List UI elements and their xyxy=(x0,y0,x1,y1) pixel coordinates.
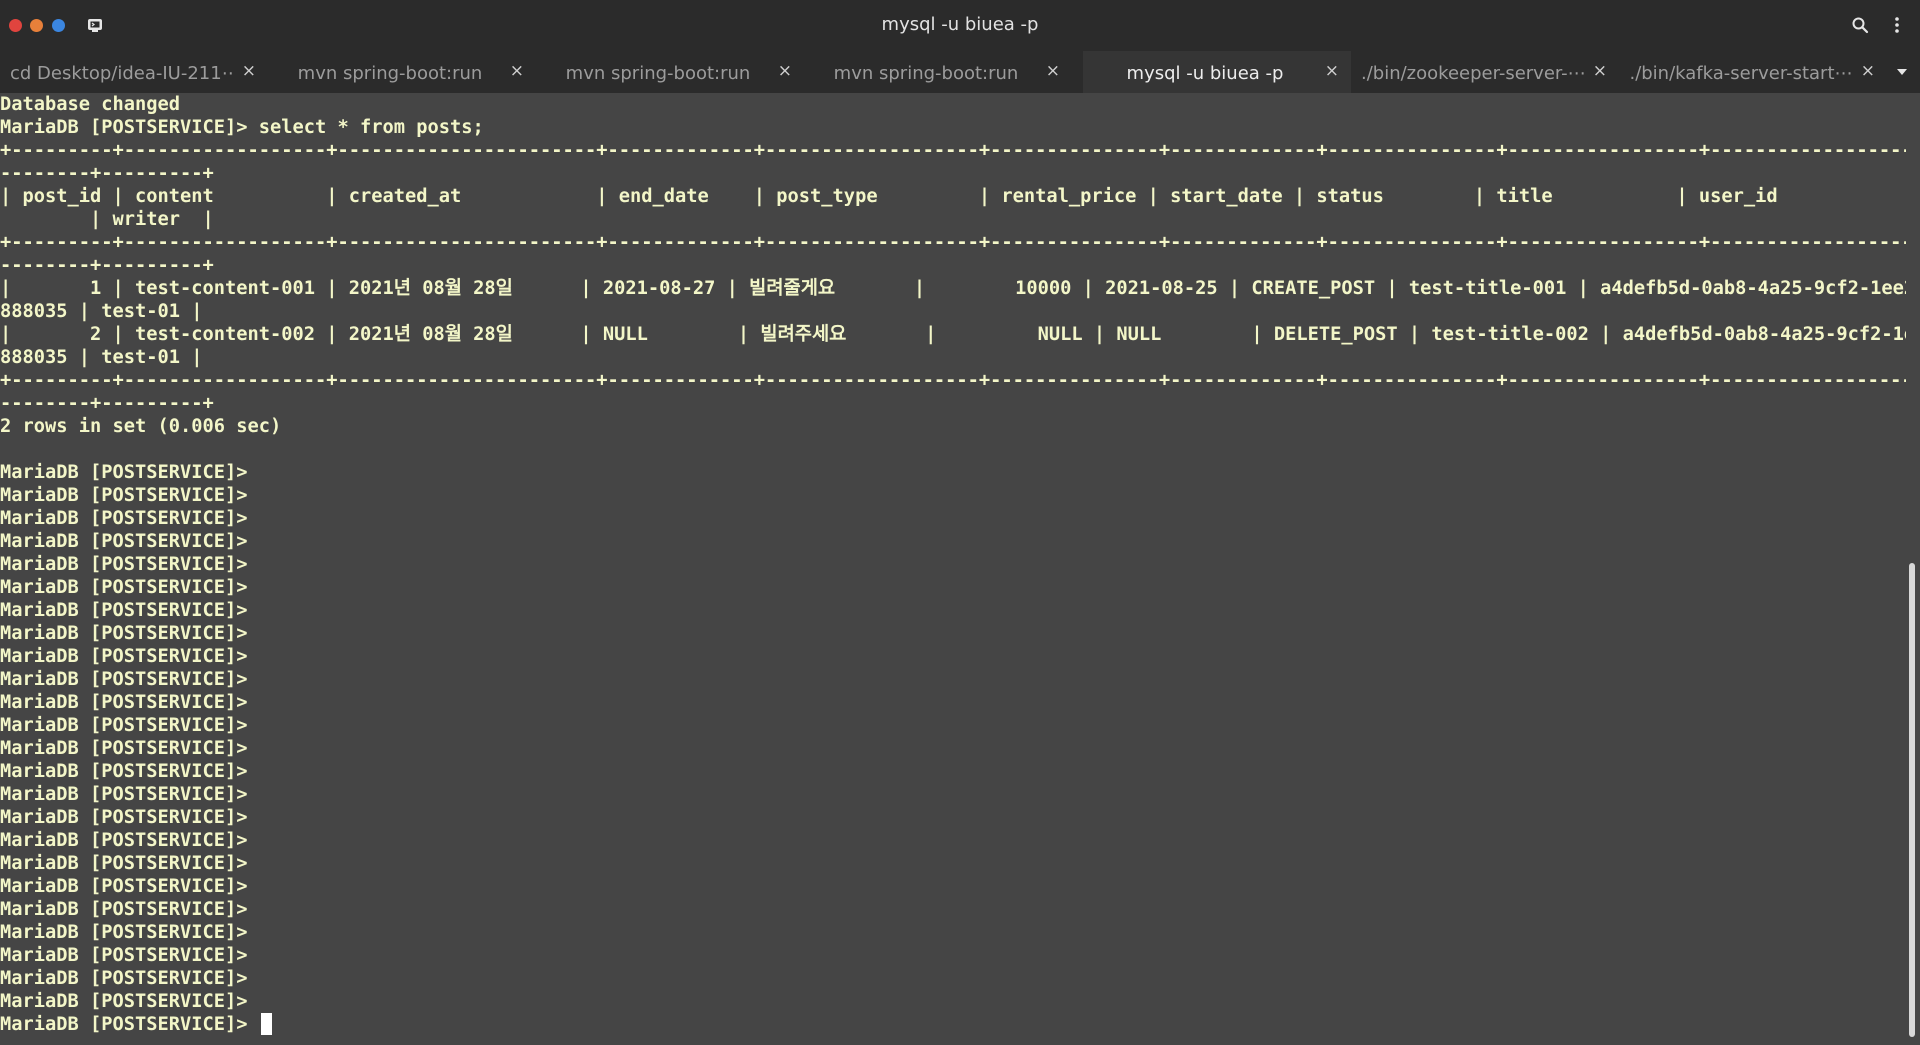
terminal-line: --------+---------+ xyxy=(0,255,214,276)
terminal-lines: Database changed MariaDB [POSTSERVICE]> s… xyxy=(0,93,1906,1036)
close-tab-button[interactable]: × xyxy=(1046,61,1060,81)
terminal-line: MariaDB [POSTSERVICE]> xyxy=(0,853,248,874)
tab-label: ./bin/kafka-server-start⋯ xyxy=(1629,63,1853,84)
terminal-prompt-line: MariaDB [POSTSERVICE]> xyxy=(0,1013,1906,1036)
terminal-line: MariaDB [POSTSERVICE]> xyxy=(0,462,248,483)
tab-label: mysql -u biuea -p xyxy=(1126,63,1284,84)
scrollbar[interactable] xyxy=(1906,93,1920,1045)
terminal-line: MariaDB [POSTSERVICE]> xyxy=(0,738,248,759)
terminal-line: | writer | xyxy=(0,209,214,230)
terminal-line: +---------+------------------+----------… xyxy=(0,370,1906,391)
terminal-line: MariaDB [POSTSERVICE]> xyxy=(0,600,248,621)
terminal-line: MariaDB [POSTSERVICE]> xyxy=(0,968,248,989)
window-title: mysql -u biuea -p xyxy=(881,14,1039,35)
terminal-line: MariaDB [POSTSERVICE]> xyxy=(0,784,248,805)
terminal-line: MariaDB [POSTSERVICE]> xyxy=(0,623,248,644)
close-tab-button[interactable]: × xyxy=(510,61,524,81)
terminal-output[interactable]: Database changed MariaDB [POSTSERVICE]> s… xyxy=(0,93,1906,1045)
title-bar: mysql -u biuea -p xyxy=(0,0,1920,51)
close-tab-button[interactable]: × xyxy=(1325,61,1339,81)
terminal-line: MariaDB [POSTSERVICE]> xyxy=(0,715,248,736)
terminal-line: MariaDB [POSTSERVICE]> select * from pos… xyxy=(0,117,484,138)
terminal-line: +---------+------------------+----------… xyxy=(0,140,1906,161)
scrollbar-thumb[interactable] xyxy=(1909,563,1915,1037)
terminal-line: MariaDB [POSTSERVICE]> xyxy=(0,669,248,690)
tab-bar: cd Desktop/idea-IU-211⋯ × mvn spring-boo… xyxy=(0,51,1920,93)
tab-label: mvn spring-boot:run xyxy=(833,63,1019,84)
terminal-line: --------+---------+ xyxy=(0,163,214,184)
terminal-line: MariaDB [POSTSERVICE]> xyxy=(0,807,248,828)
terminal-line: MariaDB [POSTSERVICE]> xyxy=(0,922,248,943)
terminal-line: MariaDB [POSTSERVICE]> xyxy=(0,945,248,966)
terminal-line: | 1 | test-content-001 | 2021년 08월 28일 |… xyxy=(0,278,1906,299)
terminal-line: 888035 | test-01 | xyxy=(0,347,203,368)
tab-mvn-run-2[interactable]: mvn spring-boot:run × xyxy=(536,51,804,93)
tab-zookeeper[interactable]: ./bin/zookeeper-server-⋯ × xyxy=(1351,51,1619,93)
close-tab-button[interactable]: × xyxy=(778,61,792,81)
terminal-line: --------+---------+ xyxy=(0,393,214,414)
tab-label: ./bin/zookeeper-server-⋯ xyxy=(1361,63,1585,84)
terminal-line: MariaDB [POSTSERVICE]> xyxy=(0,692,248,713)
tab-idea[interactable]: cd Desktop/idea-IU-211⋯ × xyxy=(0,51,268,93)
terminal-line: MariaDB [POSTSERVICE]> xyxy=(0,531,248,552)
kebab-menu-icon[interactable] xyxy=(1888,16,1906,34)
terminal-line: MariaDB [POSTSERVICE]> xyxy=(0,899,248,920)
terminal-line: MariaDB [POSTSERVICE]> xyxy=(0,830,248,851)
close-tab-button[interactable]: × xyxy=(242,61,256,81)
terminal-line: | 2 | test-content-002 | 2021년 08월 28일 |… xyxy=(0,324,1906,345)
terminal-line: MariaDB [POSTSERVICE]> xyxy=(0,876,248,897)
tab-label: cd Desktop/idea-IU-211⋯ xyxy=(10,63,234,84)
search-icon[interactable] xyxy=(1851,16,1869,34)
tab-label: mvn spring-boot:run xyxy=(565,63,751,84)
terminal-line: MariaDB [POSTSERVICE]> xyxy=(0,646,248,667)
terminal-cursor xyxy=(260,1013,272,1035)
tab-kafka[interactable]: ./bin/kafka-server-start⋯ × xyxy=(1619,51,1887,93)
chevron-down-icon[interactable] xyxy=(1895,66,1909,78)
terminal-line: MariaDB [POSTSERVICE]> xyxy=(0,554,248,575)
terminal-line: 2 rows in set (0.006 sec) xyxy=(0,416,282,437)
tab-mysql[interactable]: mysql -u biuea -p × xyxy=(1083,51,1351,93)
terminal-line: 888035 | test-01 | xyxy=(0,301,203,322)
terminal-line: MariaDB [POSTSERVICE]> xyxy=(0,577,248,598)
terminal-line: +---------+------------------+----------… xyxy=(0,232,1906,253)
terminal-line: Database changed xyxy=(0,94,181,115)
terminal-line: MariaDB [POSTSERVICE]> xyxy=(0,761,248,782)
terminal-line: | post_id | content | created_at | end_d… xyxy=(0,186,1778,207)
terminal-line: MariaDB [POSTSERVICE]> xyxy=(0,508,248,529)
tab-mvn-run-3[interactable]: mvn spring-boot:run × xyxy=(804,51,1072,93)
terminal-line: MariaDB [POSTSERVICE]> xyxy=(0,991,248,1012)
close-tab-button[interactable]: × xyxy=(1861,61,1875,81)
close-tab-button[interactable]: × xyxy=(1593,61,1607,81)
terminal-line: MariaDB [POSTSERVICE]> xyxy=(0,485,248,506)
tab-label: mvn spring-boot:run xyxy=(297,63,483,84)
tab-mvn-run-1[interactable]: mvn spring-boot:run × xyxy=(268,51,536,93)
